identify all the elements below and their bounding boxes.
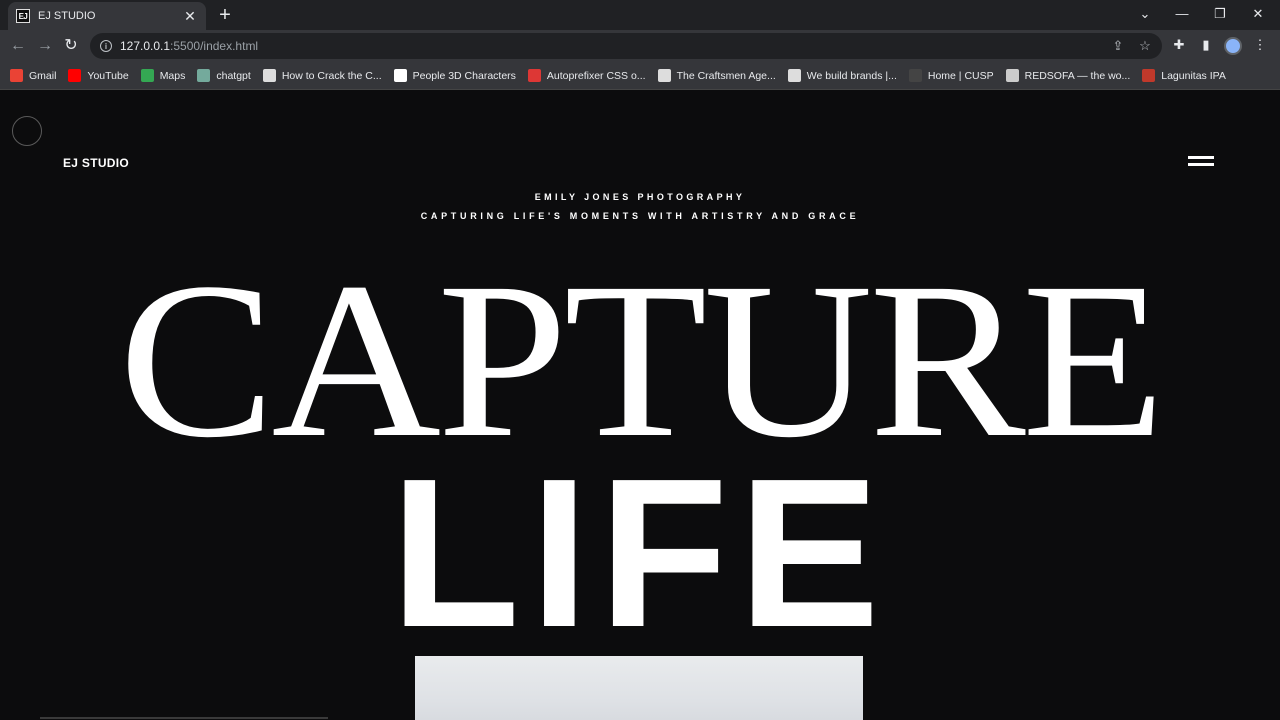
bookmark-label: Maps <box>159 69 186 82</box>
bookmark-label: Lagunitas IPA <box>1161 69 1226 82</box>
page-viewport: EJ STUDIO EMILY JONES PHOTOGRAPHY CAPTUR… <box>0 90 1280 720</box>
bookmark-item[interactable]: We build brands |... <box>787 69 897 82</box>
browser-tab[interactable]: EJ EJ STUDIO ✕ <box>8 2 206 30</box>
bookmark-label: People 3D Characters <box>412 69 516 82</box>
bookmark-label: How to Crack the C... <box>281 69 382 82</box>
bookmark-item[interactable]: The Craftsmen Age... <box>657 69 776 82</box>
site-subtitle: EMILY JONES PHOTOGRAPHY <box>534 192 746 202</box>
site-tagline: CAPTURING LIFE'S MOMENTS WITH ARTISTRY A… <box>420 211 860 221</box>
address-bar[interactable]: i 127.0.0.1:5500/index.html ⇪ ☆ <box>90 33 1162 59</box>
restore-button[interactable]: ❐ <box>1208 4 1232 24</box>
bookmark-item[interactable]: Lagunitas IPA <box>1142 69 1226 82</box>
bookmark-item[interactable]: YouTube <box>68 69 129 82</box>
bookmark-favicon-icon <box>787 69 801 82</box>
bookmark-label: We build brands |... <box>806 69 897 82</box>
forward-button[interactable]: → <box>35 36 55 56</box>
horizontal-scrollbar[interactable] <box>40 717 328 719</box>
bookmark-favicon-icon <box>1142 69 1156 82</box>
bookmark-label: YouTube <box>87 69 129 82</box>
browser-menu-icon[interactable]: ⋮ <box>1251 37 1269 53</box>
new-tab-button[interactable]: + <box>215 3 235 27</box>
bookmark-label: Gmail <box>29 69 57 82</box>
favicon-icon: EJ <box>16 9 30 23</box>
bookmark-favicon-icon <box>908 69 922 82</box>
bookmark-favicon-icon <box>527 69 541 82</box>
tab-title: EJ STUDIO <box>38 10 96 22</box>
bookmark-label: Home | CUSP <box>927 69 994 82</box>
bookmark-favicon-icon <box>68 69 82 82</box>
side-panel-icon[interactable]: ▮ <box>1197 37 1215 53</box>
browser-toolbar: ← → ↻ i 127.0.0.1:5500/index.html ⇪ ☆ ✚ … <box>0 30 1280 62</box>
custom-cursor-ring <box>12 116 42 146</box>
bookmark-item[interactable]: Home | CUSP <box>908 69 994 82</box>
minimize-button[interactable]: — <box>1170 4 1194 24</box>
close-window-button[interactable]: ✕ <box>1246 4 1270 24</box>
headline-life: LIFE <box>390 434 890 671</box>
profile-avatar[interactable] <box>1224 37 1242 55</box>
hero-image <box>415 656 863 720</box>
bookmark-label: The Craftsmen Age... <box>676 69 776 82</box>
bookmark-item[interactable]: Gmail <box>10 69 56 82</box>
bookmark-favicon-icon <box>197 69 211 82</box>
site-info-icon[interactable]: i <box>100 40 112 52</box>
reload-button[interactable]: ↻ <box>61 36 81 56</box>
bookmark-label: chatgpt <box>216 69 251 82</box>
bookmark-item[interactable]: People 3D Characters <box>393 69 516 82</box>
bookmark-item[interactable]: REDSOFA — the wo... <box>1005 69 1131 82</box>
bookmark-favicon-icon <box>1005 69 1019 82</box>
tab-close-icon[interactable]: ✕ <box>182 8 198 25</box>
bookmark-star-icon[interactable]: ☆ <box>1137 38 1153 54</box>
bookmark-favicon-icon <box>10 69 23 82</box>
bookmark-favicon-icon <box>140 69 154 82</box>
bookmark-item[interactable]: Maps <box>140 69 186 82</box>
bookmark-favicon-icon <box>262 69 276 82</box>
extensions-icon[interactable]: ✚ <box>1170 37 1188 53</box>
tab-strip: EJ EJ STUDIO ✕ + ⌄ — ❐ ✕ <box>0 0 1280 30</box>
tab-search-chevron-icon[interactable]: ⌄ <box>1133 4 1157 24</box>
bookmark-label: REDSOFA — the wo... <box>1024 69 1131 82</box>
bookmark-item[interactable]: Autoprefixer CSS o... <box>527 69 646 82</box>
bookmark-item[interactable]: chatgpt <box>197 69 251 82</box>
bookmark-favicon-icon <box>657 69 671 82</box>
bookmarks-bar: Gmail YouTube Maps chatgpt How to Crack the … <box>0 62 1280 90</box>
site-logo[interactable]: EJ STUDIO <box>63 156 129 170</box>
url-text[interactable]: 127.0.0.1:5500/index.html <box>120 39 258 53</box>
hamburger-menu-icon[interactable] <box>1188 156 1214 168</box>
bookmark-label: Autoprefixer CSS o... <box>546 69 646 82</box>
share-icon[interactable]: ⇪ <box>1110 38 1126 54</box>
bookmark-favicon-icon <box>393 69 407 82</box>
bookmark-item[interactable]: How to Crack the C... <box>262 69 382 82</box>
back-button[interactable]: ← <box>8 36 28 56</box>
